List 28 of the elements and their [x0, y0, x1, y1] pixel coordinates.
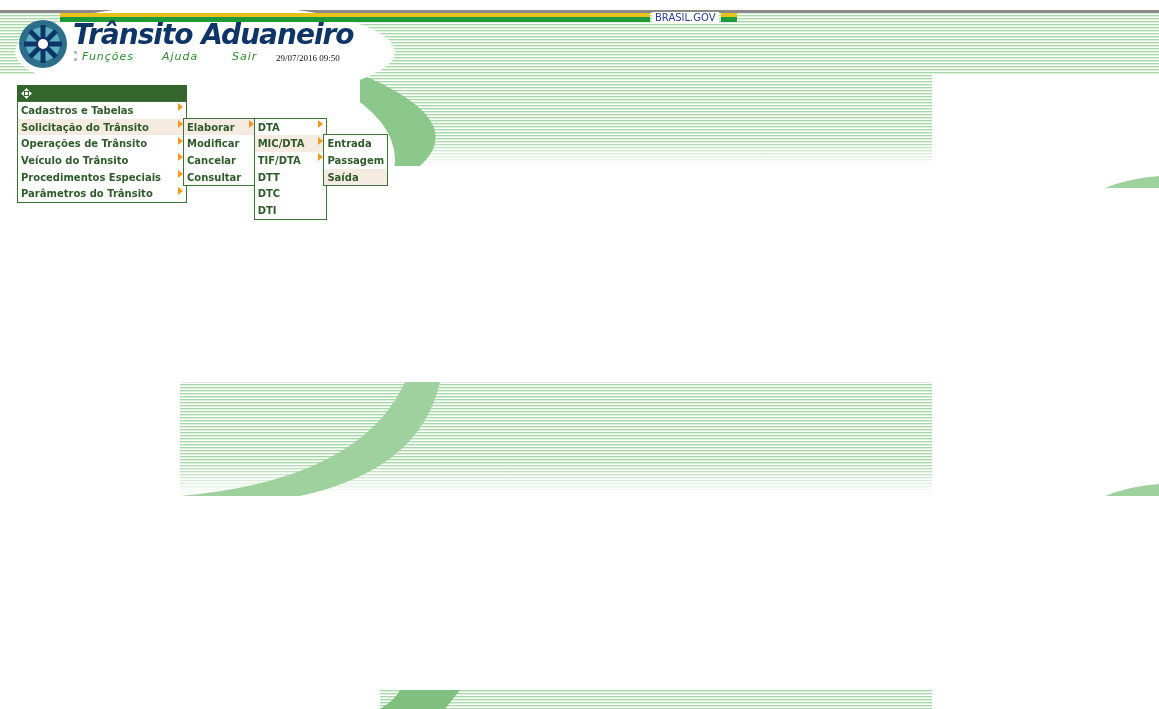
gov-link[interactable]: BRASIL.GOV — [652, 11, 719, 23]
menu-item[interactable]: Cadastros e Tabelas — [18, 102, 186, 119]
logo-icon — [17, 19, 69, 69]
menu-item[interactable]: Entrada — [324, 135, 388, 153]
menu-item[interactable]: Parâmetros do Trânsito — [18, 185, 186, 203]
menu-item[interactable]: Solicitação do Trânsito — [18, 118, 186, 136]
menu-item[interactable]: DTT — [254, 168, 327, 186]
nav-link[interactable]: Sair — [232, 49, 276, 63]
menu-item[interactable]: DTI — [254, 202, 327, 219]
menu-item[interactable]: Elaborar — [184, 118, 257, 136]
menu-item[interactable]: Modificar — [184, 135, 257, 153]
menu-item[interactable]: Operações de Trânsito — [18, 135, 186, 153]
date-time: 29/07/2016 09:50 — [276, 53, 340, 63]
flag-stripe — [720, 12, 737, 22]
app-title: Trânsito Aduaneiro — [73, 21, 354, 49]
grip-icon — [74, 51, 80, 61]
menu-item[interactable]: Procedimentos Especiais — [18, 168, 186, 186]
menu-item[interactable]: TIF/DTA — [254, 152, 327, 169]
menu-item[interactable]: Veículo do Trânsito — [18, 152, 186, 169]
menu-item[interactable]: DTC — [254, 185, 327, 203]
move-icon[interactable] — [21, 87, 32, 99]
menu-item[interactable]: Passagem — [324, 152, 388, 169]
nav-link[interactable]: Ajuda — [162, 49, 232, 63]
menu-item[interactable]: DTA — [254, 118, 327, 136]
menu-item[interactable]: Saída — [324, 168, 388, 186]
nav-link[interactable]: Funções — [82, 49, 162, 63]
menu-item[interactable]: Cancelar — [184, 152, 257, 169]
menu-item[interactable]: Consultar — [184, 168, 257, 186]
